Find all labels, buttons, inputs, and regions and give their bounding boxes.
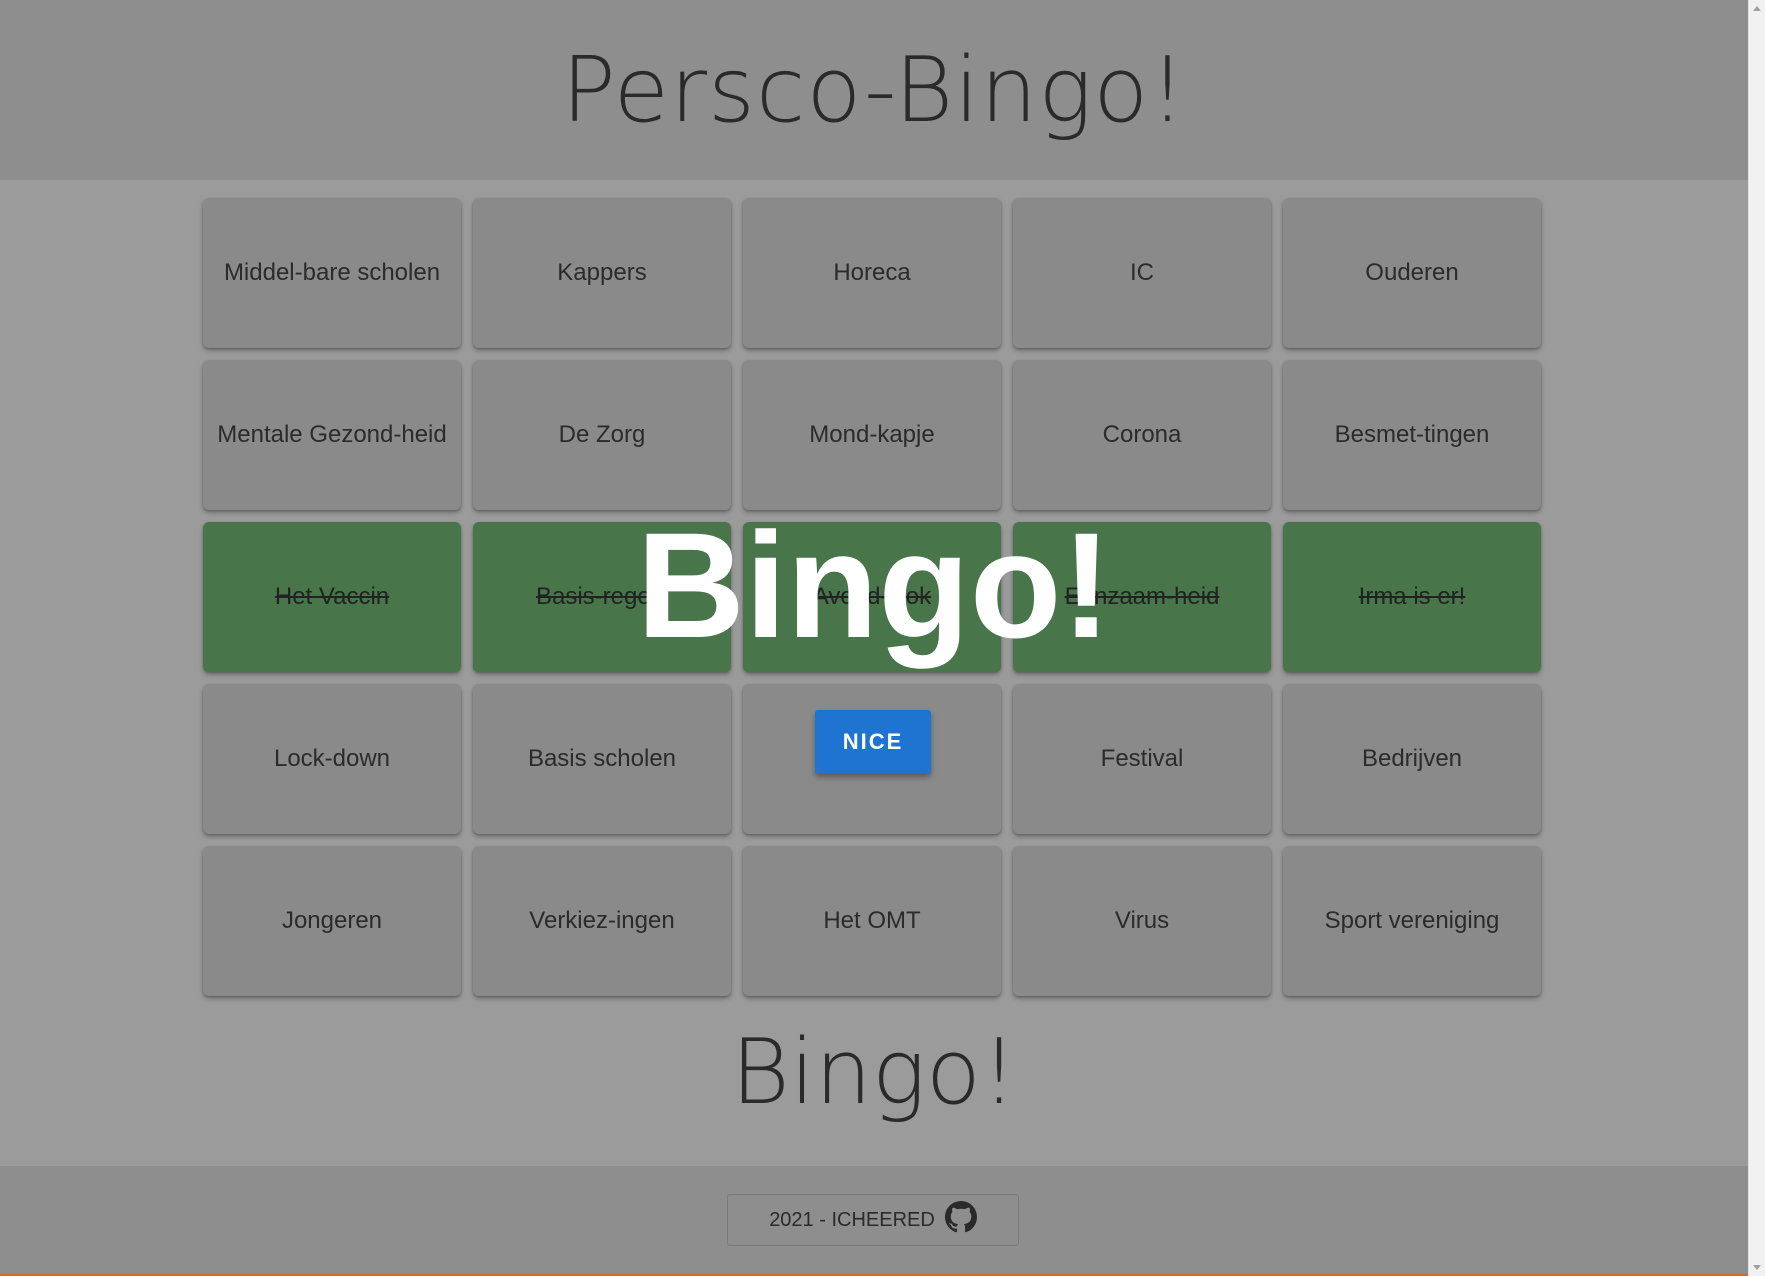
bingo-cell[interactable]: Horeca xyxy=(743,198,1001,348)
header: Persco-Bingo! xyxy=(0,0,1748,180)
bingo-cell[interactable]: Het Vaccin xyxy=(203,522,461,672)
bingo-cell[interactable]: IC xyxy=(1013,198,1271,348)
bingo-cell-label: Basis scholen xyxy=(527,745,677,772)
bingo-cell-label: Mentale Gezond-heid xyxy=(217,421,447,448)
bingo-cell-label: Avond-klok xyxy=(812,583,932,610)
bingo-cell[interactable]: De Zorg xyxy=(473,360,731,510)
bingo-heading: Bingo! xyxy=(730,1020,1018,1125)
bingo-cell[interactable]: Verkiez-ingen xyxy=(473,846,731,996)
bingo-cell-label: Bedrijven xyxy=(1361,745,1463,772)
github-icon xyxy=(944,1201,977,1239)
bingo-cell[interactable]: Basis-regels xyxy=(473,522,731,672)
footer: 2021 - ICHEERED xyxy=(0,1166,1748,1276)
bingo-cell[interactable]: Het OMT xyxy=(743,846,1001,996)
bingo-cell-label: Corona xyxy=(1102,421,1182,448)
bingo-cell[interactable]: Irma is er! xyxy=(1283,522,1541,672)
bingo-cell-label: Mond-kapje xyxy=(809,421,935,448)
bingo-cell-label: Lock-down xyxy=(273,745,391,772)
bingo-cell[interactable]: Virus xyxy=(1013,846,1271,996)
github-link-button[interactable]: 2021 - ICHEERED xyxy=(727,1194,1019,1246)
bingo-cell-label: Kappers xyxy=(557,259,647,286)
bingo-cell-label: Middel-bare scholen xyxy=(223,259,441,286)
bingo-cell-label: Irma is er! xyxy=(1358,583,1466,610)
bingo-cell[interactable]: Middel-bare scholen xyxy=(203,198,461,348)
bingo-cell-label: Het OMT xyxy=(823,907,921,934)
page-title: Persco-Bingo! xyxy=(561,37,1187,143)
bingo-cell[interactable]: Sport vereniging xyxy=(1283,846,1541,996)
bingo-cell-label: Eenzaam-heid xyxy=(1064,583,1220,610)
bingo-cell-label: Festival xyxy=(1100,745,1184,772)
bingo-cell-label: Basis-regels xyxy=(535,583,669,610)
page: Persco-Bingo! Middel-bare scholen Kappers… xyxy=(0,0,1748,1276)
bingo-cell[interactable]: Eenzaam-heid xyxy=(1013,522,1271,672)
bingo-cell[interactable]: Festival xyxy=(1013,684,1271,834)
bingo-cell[interactable]: Mentale Gezond-heid xyxy=(203,360,461,510)
bingo-cell-label: IC xyxy=(1130,259,1154,286)
bingo-cell-label: Besmet-tingen xyxy=(1334,421,1490,448)
bingo-cell-label: Het Vaccin xyxy=(274,583,390,610)
bingo-cell[interactable]: Avond-klok xyxy=(743,522,1001,672)
nice-button[interactable]: NICE xyxy=(815,710,931,774)
bingo-cell[interactable]: Kappers xyxy=(473,198,731,348)
bingo-cell[interactable]: Lock-down xyxy=(203,684,461,834)
footer-label: 2021 - ICHEERED xyxy=(769,1208,935,1231)
bingo-cell[interactable]: Besmet-tingen xyxy=(1283,360,1541,510)
bingo-cell-label: Verkiez-ingen xyxy=(529,907,675,934)
bingo-cell[interactable]: Mond-kapje xyxy=(743,360,1001,510)
bingo-cell[interactable]: Ouderen xyxy=(1283,198,1541,348)
bingo-grid: Middel-bare scholen Kappers Horeca IC Oudere… xyxy=(203,198,1543,996)
bingo-cell[interactable]: Jongeren xyxy=(203,846,461,996)
bingo-cell-label: De Zorg xyxy=(558,421,646,448)
scroll-down-icon[interactable] xyxy=(1753,1265,1761,1270)
bingo-cell-label: Horeca xyxy=(833,259,911,286)
scroll-up-icon[interactable] xyxy=(1753,6,1761,11)
bingo-cell[interactable]: Corona xyxy=(1013,360,1271,510)
bingo-cell[interactable]: Bedrijven xyxy=(1283,684,1541,834)
bingo-cell-label: Jongeren xyxy=(281,907,383,934)
bingo-cell-label: Virus xyxy=(1114,907,1170,934)
vertical-scrollbar[interactable] xyxy=(1748,0,1765,1276)
bingo-cell-label: Ouderen xyxy=(1365,259,1459,286)
bingo-cell[interactable]: Basis scholen xyxy=(473,684,731,834)
bingo-cell-label: Sport vereniging xyxy=(1324,907,1500,934)
